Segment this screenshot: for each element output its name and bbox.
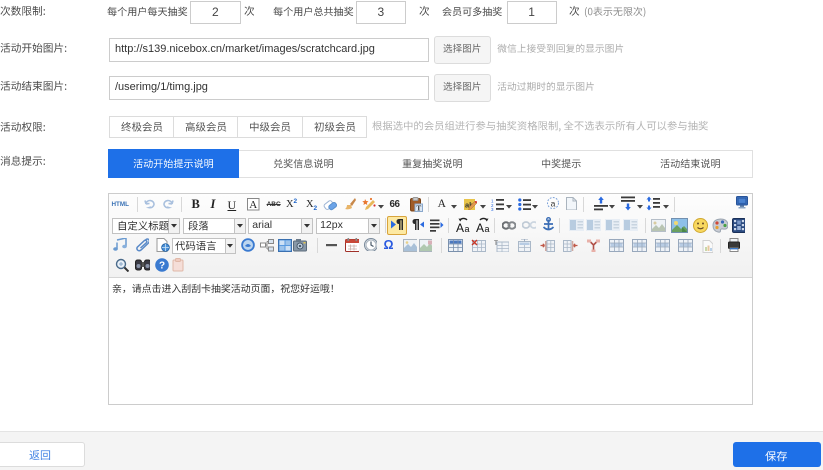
svg-text:A: A: [476, 221, 484, 233]
svg-text:A: A: [456, 221, 464, 233]
svg-text:T: T: [494, 240, 498, 247]
svg-text:a: a: [464, 224, 469, 233]
svg-text:?: ?: [159, 261, 165, 272]
svg-text:A: A: [250, 199, 258, 210]
svg-text:T: T: [416, 204, 421, 213]
svg-text:3: 3: [491, 207, 494, 211]
svg-text:a: a: [550, 198, 555, 208]
svg-text:a: a: [484, 224, 489, 233]
